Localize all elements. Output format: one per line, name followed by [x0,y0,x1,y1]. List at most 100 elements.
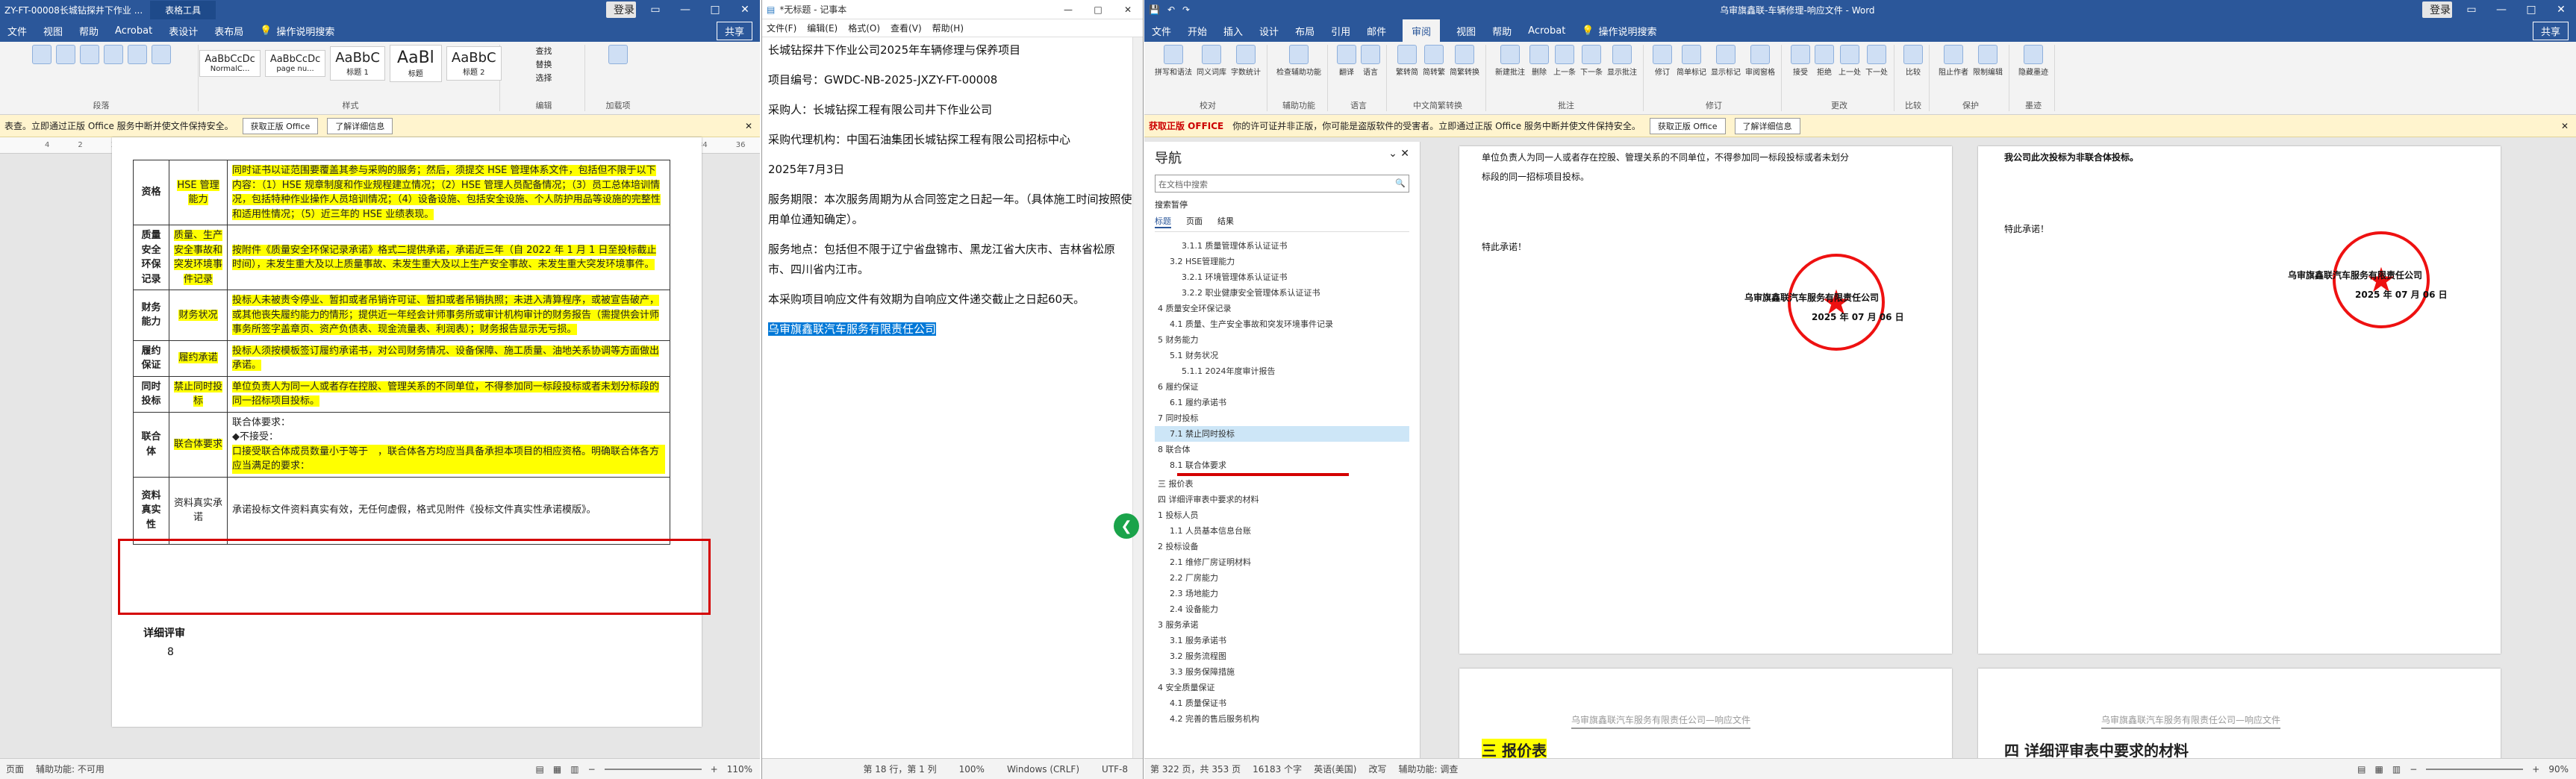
nav-heading-item[interactable]: 3 服务承诺 [1155,617,1409,633]
ribbon-button[interactable]: 审阅窗格 [1745,45,1775,77]
table-cell[interactable]: HSE 管理能力 [177,179,219,205]
borders-icon[interactable] [151,45,171,66]
zoom-out-icon[interactable]: − [2410,764,2417,775]
table-cell[interactable]: 投标人须按模板签订履约承诺书，对公司财务情况、设备保障、施工质量、油地关系协调等… [232,345,660,371]
nav-heading-item[interactable]: 3.2 HSE管理能力 [1155,254,1409,269]
shading-icon[interactable] [127,45,147,66]
nav-tab-pages[interactable]: 页面 [1186,215,1203,228]
ribbon-button[interactable]: 隐藏墨迹 [2018,45,2048,77]
ribbon-button[interactable]: 限制编辑 [1973,45,2003,77]
tab-acrobat[interactable]: Acrobat [115,25,152,37]
nav-heading-item[interactable]: 2.2 厂房能力 [1155,570,1409,586]
find-button[interactable]: 查找 [536,45,552,57]
table-cell[interactable]: 按附件《质量安全环保记录承诺》格式二提供承诺，承诺近三年（自 2022 年 1 … [232,244,657,270]
style-heading-2[interactable]: AaBbC 标题 2 [446,46,502,81]
minimize-button[interactable]: — [670,4,700,16]
tab-table-design[interactable]: 表设计 [169,24,198,38]
nav-heading-item[interactable]: 4.2 完善的售后服务机构 [1155,711,1409,727]
nav-heading-item[interactable]: 7.1 禁止同时投标 [1155,426,1409,442]
tab-file[interactable]: 文件 [1152,24,1171,38]
tab-mailings[interactable]: 邮件 [1367,24,1386,38]
table-cell[interactable]: 质量、生产安全事故和突发环境事件记录 [174,230,223,285]
nav-heading-item[interactable]: 四 详细评审表中要求的材料 [1155,492,1409,507]
web-layout-icon[interactable]: ▥ [570,764,578,775]
ribbon-button[interactable]: 简繁转换 [1450,45,1479,77]
print-layout-icon[interactable]: ▦ [2375,764,2383,775]
learn-more-button[interactable]: 了解详细信息 [1734,117,1800,134]
signin-button[interactable]: 登录 [606,1,636,18]
table-cell[interactable]: 联合体要求 [174,438,223,450]
style-page-number[interactable]: AaBbCcDc page nu... [264,50,326,77]
close-button[interactable]: ✕ [2546,4,2576,16]
table-cell[interactable]: 禁止同时投标 [174,381,223,407]
table-cell[interactable]: 履约保证 [133,340,169,377]
tab-design[interactable]: 设计 [1259,24,1279,38]
language[interactable]: 英语(美国) [1314,763,1356,775]
zoom-level[interactable]: 90% [2548,764,2569,775]
read-mode-icon[interactable]: ▤ [536,764,544,775]
align-left-icon[interactable] [79,45,99,66]
table-cell[interactable]: 投标人未被责令停业、暂扣或者吊销许可证、暂扣或者吊销执照；未进入清算程序，或被宣… [232,295,660,335]
ribbon-button[interactable]: 下一处 [1865,45,1888,77]
ribbon-button[interactable]: 新建批注 [1495,45,1525,77]
requirements-table[interactable]: 资格 HSE 管理能力 同时证书以证范围要覆盖其参与采购的服务；然后，须提交 H… [133,160,670,545]
minimize-button[interactable]: — [1053,4,1083,15]
nav-heading-item[interactable]: 3.2.2 职业健康安全管理体系认证证书 [1155,285,1409,301]
nav-tab-headings[interactable]: 标题 [1155,215,1171,228]
tab-home[interactable]: 开始 [1188,24,1207,38]
signin-button[interactable]: 登录 [2422,1,2452,18]
tab-help[interactable]: 帮助 [79,24,99,38]
ribbon-button[interactable]: 上一处 [1839,45,1861,77]
print-layout-icon[interactable]: ▦ [553,764,561,775]
redo-icon[interactable]: ↷ [1182,4,1190,15]
zoom-out-icon[interactable]: − [588,764,596,775]
nav-heading-item[interactable]: 7 同时投标 [1155,410,1409,426]
nav-tab-results[interactable]: 结果 [1217,215,1234,228]
tell-me-search[interactable]: 操作说明搜索 [276,24,334,38]
tab-file[interactable]: 文件 [7,24,27,38]
style-title[interactable]: AaBl 标题 [389,45,442,82]
tab-review[interactable]: 审阅 [1403,19,1441,42]
table-cell[interactable]: 单位负责人为同一人或者存在控股、管理关系的不同单位，不得参加同一标段投标或者未划… [232,381,660,407]
tab-references[interactable]: 引用 [1331,24,1350,38]
align-center-icon[interactable] [103,45,123,66]
learn-more-button[interactable]: 了解详细信息 [327,117,393,134]
nav-heading-item[interactable]: 3.3 服务保障措施 [1155,664,1409,680]
menu-help[interactable]: 帮助(H) [932,22,964,34]
table-cell[interactable]: 财务状况 [178,309,218,321]
page-count[interactable]: 第 322 页，共 353 页 [1150,763,1241,775]
web-layout-icon[interactable]: ▥ [2392,764,2401,775]
nav-heading-item[interactable]: 1 投标人员 [1155,507,1409,523]
nav-search-input[interactable]: 在文档中搜索 🔍 [1155,175,1409,193]
get-genuine-button[interactable]: 获取正版 Office [1649,117,1726,134]
nav-heading-item[interactable]: 2.4 设备能力 [1155,601,1409,617]
tab-help[interactable]: 帮助 [1492,24,1512,38]
table-cell[interactable]: 联合体 [133,411,169,478]
style-heading-1[interactable]: AaBbC 标题 1 [330,46,385,81]
ribbon-button[interactable]: 下一条 [1580,45,1603,77]
zoom-level[interactable]: 110% [727,764,752,775]
table-cell[interactable]: 承诺投标文件资料真实有效，无任何虚假，格式见附件《投标文件真实性承诺模版》。 [227,476,670,545]
overtype-mode[interactable]: 改写 [1368,763,1386,775]
nav-heading-item[interactable]: 4 质量安全环保记录 [1155,301,1409,316]
autosave-icon[interactable]: 💾 [1149,4,1160,15]
document-page[interactable] [1978,146,2501,654]
word-count[interactable]: 16183 个字 [1253,763,1302,775]
ribbon-button[interactable]: 繁转简 [1396,45,1418,77]
nav-heading-item[interactable]: 2.3 场地能力 [1155,586,1409,601]
table-cell[interactable]: 资料真实性 [133,476,169,545]
zoom-in-icon[interactable]: + [2532,764,2539,775]
nav-heading-item[interactable]: 6 履约保证 [1155,379,1409,395]
table-cell[interactable]: 履约承诺 [178,352,218,364]
ribbon-button[interactable]: 简单标记 [1677,45,1706,77]
select-button[interactable]: 选择 [536,72,552,84]
close-button[interactable]: ✕ [1113,4,1143,15]
maximize-button[interactable]: □ [2516,4,2546,16]
addins-icon[interactable] [608,45,628,66]
nav-heading-item[interactable]: 4.1 质量、生产安全事故和突发环境事件记录 [1155,316,1409,332]
table-cell[interactable]: 资料真实承诺 [169,476,228,545]
minimize-button[interactable]: — [2486,4,2516,16]
nav-heading-item[interactable]: 5.1.1 2024年度审计报告 [1155,363,1409,379]
get-genuine-button[interactable]: 获取正版 Office [242,117,319,134]
ribbon-button[interactable]: 阻止作者 [1939,45,1968,77]
